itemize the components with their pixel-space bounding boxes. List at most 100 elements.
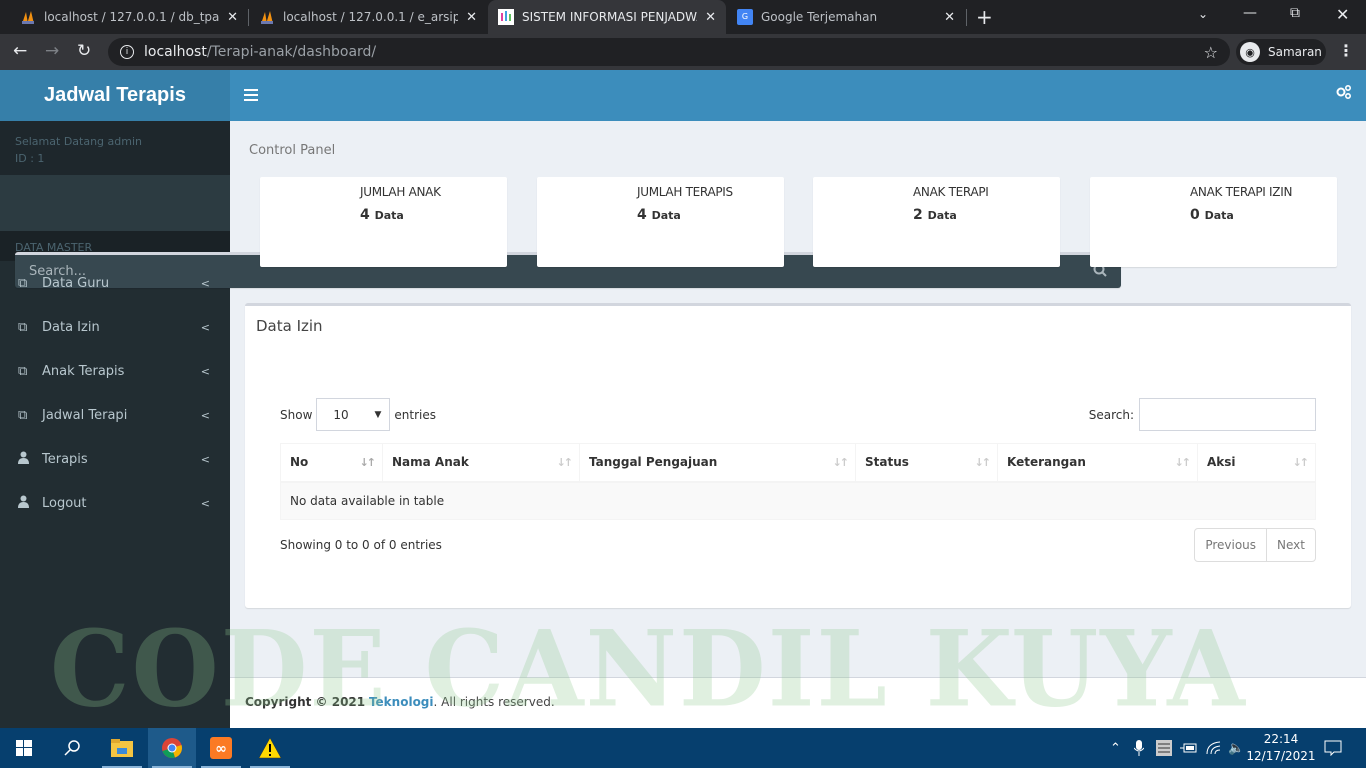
sort-icon: ↓↑ bbox=[359, 456, 377, 469]
chevron-left-icon: < bbox=[200, 276, 210, 290]
incognito-icon: ◉ bbox=[1240, 42, 1260, 62]
sidebar-item-terapis[interactable]: Terapis < bbox=[0, 437, 230, 481]
sort-icon: ↓↑ bbox=[556, 456, 574, 469]
close-tab-icon[interactable]: ✕ bbox=[705, 10, 716, 25]
phpmyadmin-icon bbox=[259, 9, 275, 25]
browser-tab-strip: localhost / 127.0.0.1 / db_tpanak ✕ loca… bbox=[0, 0, 1366, 34]
sort-icon: ↓↑ bbox=[1292, 456, 1310, 469]
microphone-icon[interactable] bbox=[1134, 728, 1144, 768]
site-icon bbox=[498, 9, 514, 25]
search-icon[interactable] bbox=[48, 728, 96, 768]
close-tab-icon[interactable]: ✕ bbox=[466, 10, 477, 25]
browser-menu-icon[interactable]: ⋮ bbox=[1338, 41, 1354, 60]
battery-icon[interactable] bbox=[1180, 728, 1198, 768]
new-tab-button[interactable]: + bbox=[976, 5, 993, 29]
table-row-empty: No data available in table bbox=[280, 481, 1316, 520]
gears-icon[interactable] bbox=[1336, 84, 1352, 103]
sort-icon: ↓↑ bbox=[1174, 456, 1192, 469]
sort-icon: ↓↑ bbox=[974, 456, 992, 469]
info-box-jumlah-anak: JUMLAH ANAK 4 Data bbox=[260, 177, 507, 267]
show-hidden-icons-icon[interactable]: ⌃ bbox=[1110, 728, 1121, 768]
phpmyadmin-icon bbox=[20, 9, 36, 25]
info-box-anak-terapi-izin: ANAK TERAPI IZIN 0 Data bbox=[1090, 177, 1337, 267]
app-logo[interactable]: Jadwal Terapis bbox=[0, 70, 230, 121]
main-header bbox=[230, 70, 1366, 121]
chevron-left-icon: < bbox=[200, 408, 210, 422]
user-icon bbox=[18, 451, 34, 468]
footer-link[interactable]: Teknologi bbox=[369, 695, 434, 709]
file-explorer-icon[interactable] bbox=[98, 728, 146, 768]
windows-start-icon[interactable] bbox=[0, 728, 48, 768]
user-greeting: Selamat Datang admin bbox=[15, 135, 142, 148]
column-header-no[interactable]: No ↓↑ bbox=[280, 443, 383, 483]
tab-search-icon[interactable]: ⌄ bbox=[1198, 7, 1208, 21]
warning-icon[interactable] bbox=[246, 728, 294, 768]
browser-tab[interactable]: localhost / 127.0.0.1 / db_tpanak ✕ bbox=[10, 0, 248, 34]
previous-button[interactable]: Previous bbox=[1195, 529, 1266, 561]
footer: Copyright © 2021 Teknologi. All rights r… bbox=[230, 677, 1366, 728]
tab-divider bbox=[966, 9, 967, 26]
reload-icon[interactable]: ↻ bbox=[77, 41, 91, 61]
chevron-left-icon: < bbox=[200, 364, 210, 378]
close-tab-icon[interactable]: ✕ bbox=[227, 10, 238, 25]
chevron-down-icon: ▼ bbox=[374, 409, 382, 420]
browser-tab[interactable]: G Google Terjemahan ✕ bbox=[727, 0, 965, 34]
chevron-left-icon: < bbox=[200, 320, 210, 334]
sort-icon: ↓↑ bbox=[832, 456, 850, 469]
data-izin-box: Data Izin Show 10 ▼ entries Search: No ↓↑… bbox=[245, 303, 1351, 608]
restore-icon[interactable]: ⧉ bbox=[1290, 5, 1300, 21]
table-search-input[interactable] bbox=[1139, 398, 1316, 431]
page-title: Control Panel bbox=[249, 143, 336, 158]
column-header-nama-anak[interactable]: Nama Anak ↓↑ bbox=[382, 443, 580, 483]
window-close-icon[interactable]: ✕ bbox=[1336, 5, 1349, 24]
sidebar-item-data-guru[interactable]: ⧉ Data Guru < bbox=[0, 261, 230, 305]
forward-icon[interactable]: → bbox=[45, 41, 59, 61]
system-clock[interactable]: 22:14 12/17/2021 bbox=[1246, 731, 1316, 765]
sidebar-item-data-izin[interactable]: ⧉ Data Izin < bbox=[0, 305, 230, 349]
copy-icon: ⧉ bbox=[18, 275, 28, 291]
xampp-icon[interactable]: ∞ bbox=[197, 728, 245, 768]
browser-tab-active[interactable]: SISTEM INFORMASI PENJADWAL ✕ bbox=[488, 0, 726, 34]
box-title: Data Izin bbox=[256, 317, 323, 335]
column-header-aksi[interactable]: Aksi ↓↑ bbox=[1197, 443, 1316, 483]
data-izin-table: No ↓↑ Nama Anak ↓↑ Tanggal Pengajuan ↓↑ Sta… bbox=[280, 443, 1316, 520]
close-tab-icon[interactable]: ✕ bbox=[944, 10, 955, 25]
back-icon[interactable]: ← bbox=[13, 41, 27, 61]
info-icon[interactable]: i bbox=[120, 45, 134, 59]
chevron-left-icon: < bbox=[200, 496, 210, 510]
web-page: Jadwal Terapis Selamat Datang admin ID :… bbox=[0, 70, 1366, 731]
sidebar-item-logout[interactable]: Logout < bbox=[0, 481, 230, 525]
sidebar-search: Search... bbox=[0, 175, 1121, 288]
minimize-icon[interactable]: — bbox=[1243, 5, 1257, 21]
google-translate-icon: G bbox=[737, 9, 753, 25]
settings-tray-icon[interactable] bbox=[1156, 728, 1172, 768]
next-button[interactable]: Next bbox=[1266, 529, 1315, 561]
info-box-anak-terapi: ANAK TERAPI 2 Data bbox=[813, 177, 1060, 267]
wifi-icon[interactable] bbox=[1206, 728, 1222, 768]
copy-icon: ⧉ bbox=[18, 407, 28, 423]
notifications-icon[interactable] bbox=[1324, 728, 1342, 768]
table-search: Search: bbox=[1089, 398, 1316, 431]
user-panel: Selamat Datang admin ID : 1 bbox=[0, 121, 230, 175]
chrome-icon[interactable] bbox=[148, 728, 196, 768]
sidebar: Jadwal Terapis Selamat Datang admin ID :… bbox=[0, 70, 1121, 728]
user-icon bbox=[18, 495, 34, 512]
sidebar-item-jadwal-terapi[interactable]: ⧉ Jadwal Terapi < bbox=[0, 393, 230, 437]
entries-length-control: Show 10 ▼ entries bbox=[280, 398, 436, 431]
browser-tab[interactable]: localhost / 127.0.0.1 / e_arsip / us ✕ bbox=[249, 0, 487, 34]
chevron-left-icon: < bbox=[200, 452, 210, 466]
hamburger-menu-icon[interactable] bbox=[244, 86, 258, 105]
bookmark-star-icon[interactable]: ☆ bbox=[1204, 43, 1218, 62]
address-bar[interactable]: i localhost/Terapi-anak/dashboard/ ☆ bbox=[108, 38, 1230, 66]
column-header-tanggal-pengajuan[interactable]: Tanggal Pengajuan ↓↑ bbox=[579, 443, 856, 483]
incognito-profile-button[interactable]: ◉ Samaran bbox=[1236, 39, 1326, 65]
column-header-status[interactable]: Status ↓↑ bbox=[855, 443, 998, 483]
empty-table-message: No data available in table bbox=[280, 481, 1316, 520]
entries-select[interactable]: 10 ▼ bbox=[316, 398, 391, 431]
table-info: Showing 0 to 0 of 0 entries bbox=[280, 538, 442, 552]
sidebar-item-anak-terapis[interactable]: ⧉ Anak Terapis < bbox=[0, 349, 230, 393]
browser-toolbar: ← → ↻ i localhost/Terapi-anak/dashboard/… bbox=[0, 34, 1366, 70]
column-header-keterangan[interactable]: Keterangan ↓↑ bbox=[997, 443, 1198, 483]
info-box-jumlah-terapis: JUMLAH TERAPIS 4 Data bbox=[537, 177, 784, 267]
volume-icon[interactable]: 🔈 bbox=[1228, 728, 1244, 768]
